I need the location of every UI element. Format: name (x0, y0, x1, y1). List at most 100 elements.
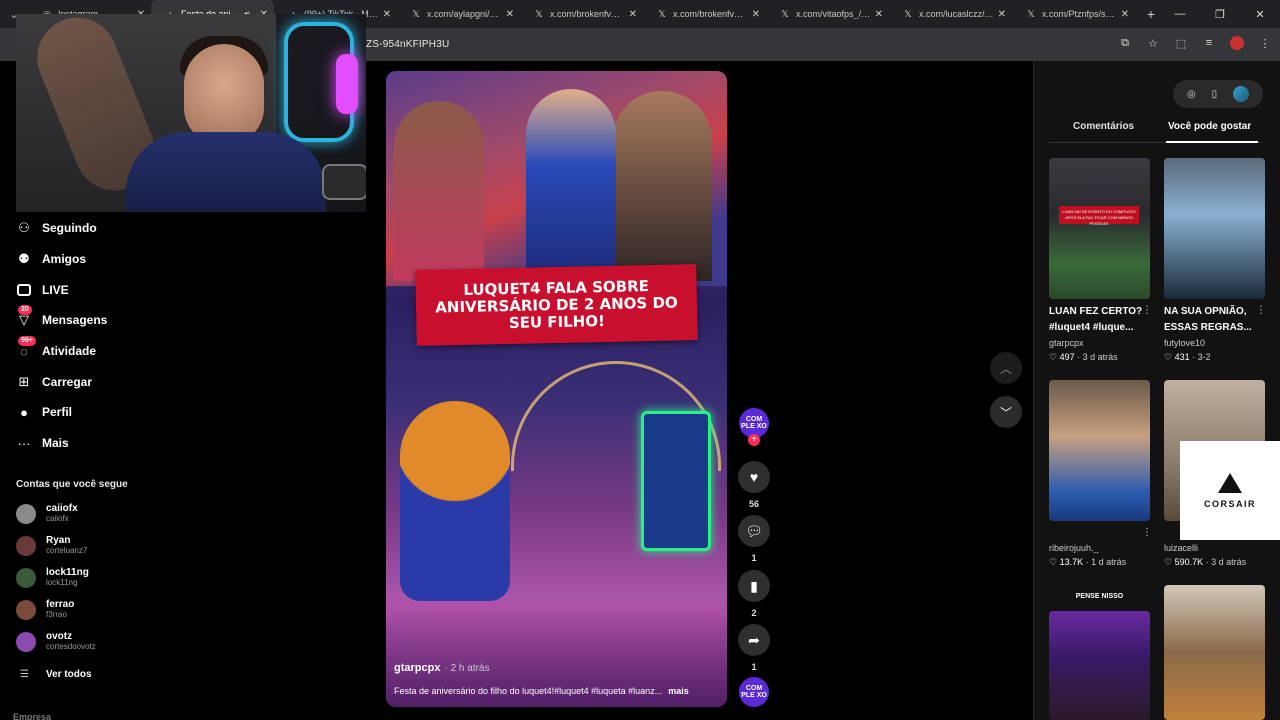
extensions-icon[interactable]: ⬚ (1174, 37, 1188, 50)
follow-plus-icon[interactable]: + (748, 434, 760, 446)
tab-comments[interactable]: Comentários (1073, 121, 1134, 132)
card-user[interactable]: futylove10 (1164, 336, 1265, 350)
close-tab-icon[interactable]: ✕ (875, 9, 883, 20)
video-author-name[interactable]: gtarpcpx (394, 662, 440, 674)
close-tab-icon[interactable]: ✕ (383, 9, 391, 20)
activity-icon: ◌ 99+ (16, 336, 36, 359)
suggested-video-card[interactable]: NA SUA OPNIÃO, ESSAS REGRAS... futylove1… (1164, 158, 1265, 364)
music-disc[interactable]: COM PLE XO (739, 677, 769, 707)
sidebar-item-perfil[interactable]: ● Perfil (16, 402, 72, 422)
media-controls-icon[interactable]: ≡ (1202, 37, 1216, 49)
like-button[interactable]: ♥ (738, 461, 770, 493)
bookmark-star-icon[interactable]: ☆ (1146, 37, 1160, 50)
sidebar-item-seguindo[interactable]: ⚇ Seguindo (16, 218, 97, 238)
list-icon: ☰ (20, 669, 29, 680)
sidebar-item-live[interactable]: LIVE (16, 280, 69, 300)
corsair-wordmark: CORSAIR (1203, 498, 1256, 509)
suggested-video-card[interactable] (1164, 585, 1265, 720)
user-avatar[interactable] (1233, 86, 1250, 102)
followed-account[interactable]: ovotz cortesdoovotz (16, 631, 96, 652)
card-options-icon[interactable]: ⋮ (1142, 527, 1152, 538)
close-tab-icon[interactable]: ✕ (752, 9, 760, 20)
bookmark-icon: ▮ (750, 577, 758, 594)
card-likes: 13.7K (1059, 557, 1084, 567)
browser-tab[interactable]: 𝕏x.com/brokenfvm/stat ✕ (520, 0, 643, 28)
browser-tab[interactable]: 𝕏x.com/brokenfvm/stat ✕ (643, 0, 766, 28)
card-user[interactable]: luizacelli (1164, 541, 1265, 555)
card-likes: 497 (1059, 352, 1075, 362)
card-user[interactable]: ribeirojuuh._ (1049, 541, 1150, 555)
followed-account[interactable]: Ryan corteluanz7 (16, 535, 87, 556)
followed-account[interactable]: ferrao f3rrao (16, 599, 74, 620)
followed-account[interactable]: caiiofx caiiofx (16, 503, 78, 524)
browser-tab[interactable]: 𝕏x.com/lucaslczz/statu ✕ (889, 0, 1012, 28)
browser-tab[interactable]: 𝕏x.com/vitaofps_/statu ✕ (766, 0, 889, 28)
url-text[interactable]: ZS-954nKFIPH3U (366, 39, 449, 50)
avatar[interactable] (16, 631, 36, 652)
video-thumbnail[interactable]: LUAN SAI DE EVENTO DO COMPLEXO APÓS ELA … (1049, 158, 1150, 299)
close-tab-icon[interactable]: ✕ (998, 9, 1006, 20)
video-time: · 2 h atrás (444, 663, 490, 674)
browser-profile-icon[interactable] (1230, 36, 1244, 50)
video-thumbnail[interactable] (1164, 585, 1265, 720)
sidebar-item-mais[interactable]: ··· Mais (16, 433, 69, 453)
followed-account[interactable]: lock11ng lock11ng (16, 567, 89, 588)
sidebar-item-carregar[interactable]: ⊞ Carregar (16, 372, 92, 392)
suggested-video-card[interactable] (1049, 611, 1150, 720)
profile-icon: ● (20, 404, 28, 420)
footer-empresa[interactable]: Empresa (13, 712, 51, 720)
x-icon: 𝕏 (412, 9, 420, 19)
close-tab-icon[interactable]: ✕ (506, 9, 514, 20)
avatar[interactable] (16, 599, 36, 620)
minimize-icon[interactable]: — (1160, 8, 1200, 20)
browser-tab[interactable]: 𝕏x.com/Ptznfps/statu ✕ (1012, 0, 1135, 28)
browser-tab[interactable]: 𝕏x.com/aylapgni/statu ✕ (397, 0, 520, 28)
card-likes: 431 (1174, 352, 1190, 362)
streamer-webcam-overlay (16, 14, 366, 212)
share-count: 1 (751, 662, 757, 672)
next-video-button[interactable]: ﹀ (990, 396, 1022, 428)
close-tab-icon[interactable]: ✕ (1121, 9, 1129, 20)
close-window-icon[interactable]: ✕ (1240, 8, 1280, 21)
sidebar-item-label: LIVE (42, 283, 69, 297)
install-app-icon[interactable]: ⧉ (1118, 37, 1132, 50)
save-button[interactable]: ▮ (738, 570, 770, 602)
sidebar-item-mensagens[interactable]: ▽ 20 Mensagens (16, 305, 107, 330)
phone-icon[interactable]: ▯ (1212, 89, 1218, 100)
previous-video-button[interactable]: ︿ (990, 352, 1022, 384)
right-panel-tabs: Comentários Você pode gostar (1049, 121, 1261, 143)
avatar[interactable] (16, 535, 36, 556)
account-handle: f3rrao (46, 610, 67, 619)
compass-icon[interactable]: ◎ (1187, 89, 1196, 100)
card-user[interactable]: gtarpcpx (1049, 336, 1150, 350)
sidebar-item-amigos[interactable]: ⚉ Amigos (16, 249, 86, 269)
sidebar-item-label: Mais (42, 436, 69, 450)
corsair-sail-icon (1218, 472, 1242, 493)
sidebar-item-atividade[interactable]: ◌ 99+ Atividade (16, 336, 96, 361)
card-options-icon[interactable]: ⋮ (1256, 305, 1266, 316)
card-title: NA SUA OPNIÃO, ESSAS REGRAS... (1164, 306, 1252, 333)
browser-menu-icon[interactable]: ⋮ (1258, 37, 1272, 50)
avatar[interactable] (16, 567, 36, 588)
sidebar-item-label: Perfil (42, 405, 73, 419)
tab-you-may-like[interactable]: Você pode gostar (1168, 121, 1251, 132)
video-player[interactable]: LUQUET4 FALA SOBRE ANIVERSÁRIO DE 2 ANOS… (386, 71, 727, 707)
card-options-icon[interactable]: ⋮ (1142, 305, 1152, 316)
share-button[interactable]: ➦ (738, 624, 770, 656)
see-all-button[interactable]: ☰ Ver todos (20, 669, 92, 680)
maximize-icon[interactable]: ❐ (1200, 8, 1240, 21)
more-icon: ··· (17, 435, 31, 451)
video-thumbnail[interactable] (1164, 158, 1265, 299)
comment-button[interactable]: 💬︎ (738, 515, 770, 547)
close-tab-icon[interactable]: ✕ (629, 9, 637, 20)
tab-title: x.com/vitaofps_/statu (796, 9, 871, 19)
live-icon (16, 282, 32, 298)
video-author[interactable]: gtarpcpx · 2 h atrás (394, 662, 490, 674)
video-thumbnail[interactable] (1049, 380, 1150, 521)
suggested-video-card[interactable]: ribeirojuuh._ ♡ 13.7K · 1 d atrás (1049, 380, 1150, 569)
video-thumbnail[interactable] (1049, 611, 1150, 720)
avatar[interactable] (16, 503, 36, 524)
suggested-video-card[interactable]: LUAN SAI DE EVENTO DO COMPLEXO APÓS ELA … (1049, 158, 1150, 364)
caption-more-link[interactable]: mais (668, 686, 689, 696)
window-controls: — ❐ ✕ (1160, 0, 1280, 28)
